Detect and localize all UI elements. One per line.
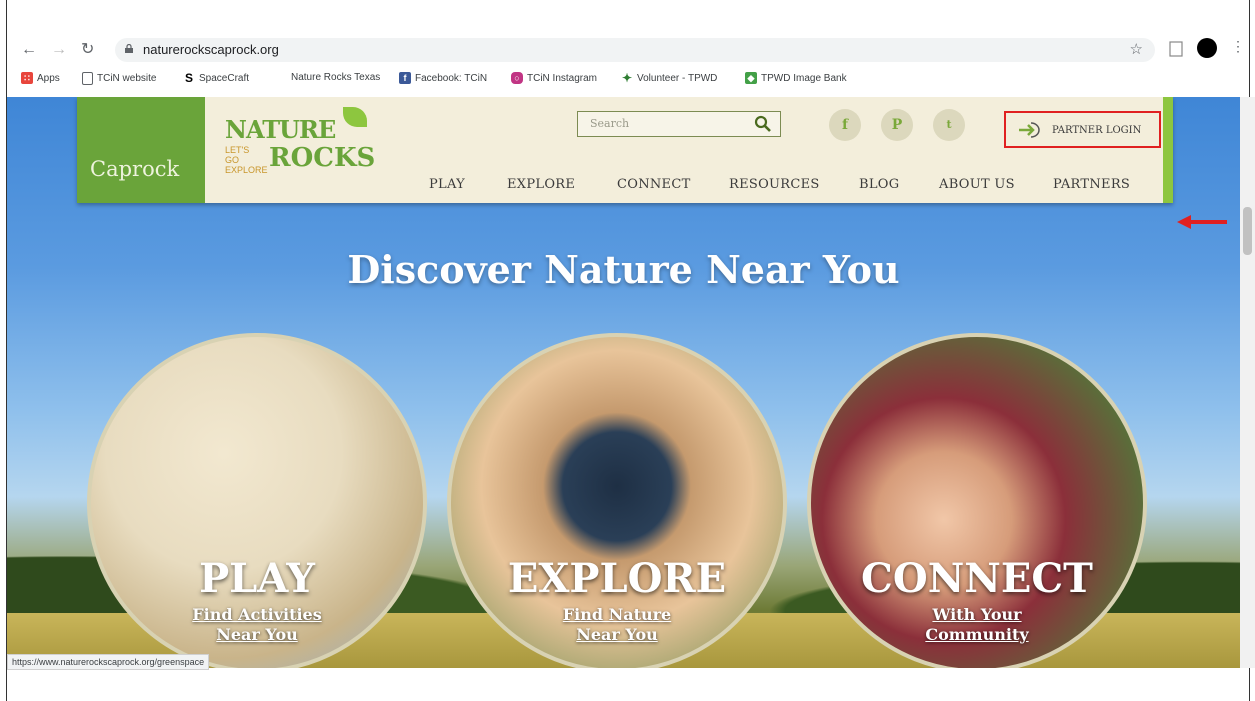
card-subtitle[interactable]: Find Activities Near You <box>91 605 423 645</box>
leaf-logo-icon <box>343 107 367 127</box>
apps-grid-icon: ∷ <box>21 72 33 84</box>
card-subtitle-line1: Find Activities <box>192 605 322 624</box>
menu-kebab-icon[interactable]: ⋮ <box>1231 38 1245 55</box>
nature-rocks-logo[interactable]: NATURE LET'S GO EXPLORE ROCKS <box>223 107 376 187</box>
instagram-icon: ○ <box>511 72 523 84</box>
logo-text-nature: NATURE <box>225 115 336 144</box>
bookmark-label: Nature Rocks Texas <box>291 72 381 83</box>
scrollbar-thumb[interactable] <box>1243 207 1252 255</box>
reload-icon[interactable]: ↻ <box>81 40 94 60</box>
partner-login-label: PARTNER LOGIN <box>1052 125 1142 136</box>
partner-login-button[interactable]: PARTNER LOGIN <box>1004 111 1161 148</box>
site-header: Caprock NATURE LET'S GO EXPLORE ROCKS Se… <box>77 97 1173 203</box>
bookmark-tcin-instagram[interactable]: ○ TCiN Instagram <box>511 72 597 84</box>
search-placeholder: Search <box>590 117 630 130</box>
bookmark-label: SpaceCraft <box>199 72 250 84</box>
card-title: EXPLORE <box>507 555 727 602</box>
region-badge[interactable]: Caprock <box>77 97 205 203</box>
forward-icon[interactable]: → <box>51 40 67 60</box>
bookmark-apps[interactable]: ∷ Apps <box>21 72 60 84</box>
profile-avatar[interactable] <box>1197 38 1217 58</box>
bookmark-label: TPWD Image Bank <box>761 72 847 84</box>
bookmark-nature-rocks-texas[interactable]: Nature Rocks Texas <box>291 72 380 83</box>
facebook-social-icon[interactable]: f <box>829 109 861 141</box>
reader-mode-icon[interactable] <box>1169 41 1183 57</box>
card-title: CONNECT <box>861 555 1093 602</box>
site-search-input[interactable]: Search <box>577 111 781 137</box>
s-logo-icon: S <box>183 71 195 85</box>
bookmark-tcin-website[interactable]: TCiN website <box>82 72 156 85</box>
bookmark-facebook-tcin[interactable]: f Facebook: TCiN <box>399 72 487 84</box>
logo-text-lets-go: LET'S GO EXPLORE <box>225 145 268 175</box>
search-icon[interactable] <box>754 115 772 133</box>
nav-about-us[interactable]: ABOUT US <box>939 177 1015 192</box>
bookmark-tpwd-image-bank[interactable]: ◆ TPWD Image Bank <box>745 72 847 84</box>
browser-toolbar: ← → ↻ naturerockscaprock.org ☆ ⋮ <box>7 34 1249 66</box>
back-icon[interactable]: ← <box>21 40 37 60</box>
bookmarks-bar: ∷ Apps TCiN website S SpaceCraft Nature … <box>7 66 1249 92</box>
card-subtitle-line2: Near You <box>216 625 298 644</box>
nav-resources[interactable]: RESOURCES <box>729 177 820 192</box>
bookmark-label: TCiN Instagram <box>527 72 598 84</box>
lock-icon <box>125 44 133 53</box>
page-icon <box>82 72 93 85</box>
hero-title: Discover Nature Near You <box>347 247 900 292</box>
tpwd-cube-icon: ◆ <box>745 72 757 84</box>
bookmark-star-icon[interactable]: ☆ <box>1130 40 1143 58</box>
nav-blog[interactable]: BLOG <box>859 177 899 192</box>
logo-text-rocks: ROCKS <box>269 143 376 173</box>
annotation-arrow-icon <box>1177 215 1227 229</box>
bookmark-spacecraft[interactable]: S SpaceCraft <box>183 72 249 84</box>
page-scrollbar[interactable] <box>1240 97 1255 668</box>
card-subtitle-line1: Find Nature <box>562 605 672 624</box>
bookmark-volunteer-tpwd[interactable]: ✦ Volunteer - TPWD <box>621 72 717 84</box>
status-bar-url: https://www.naturerockscaprock.org/green… <box>7 654 210 670</box>
page-viewport: Caprock NATURE LET'S GO EXPLORE ROCKS Se… <box>7 97 1240 668</box>
explore-card[interactable]: EXPLORE Find Nature Near You <box>447 333 787 668</box>
url-text: naturerockscaprock.org <box>143 42 279 57</box>
bookmark-label: Apps <box>37 72 60 84</box>
play-card[interactable]: PLAY Find Activities Near You <box>87 333 427 668</box>
nav-partners[interactable]: PARTNERS <box>1053 177 1130 192</box>
tpwd-leaf-icon: ✦ <box>621 71 633 85</box>
card-subtitle[interactable]: Find Nature Near You <box>451 605 783 645</box>
login-arrow-icon <box>1019 122 1040 138</box>
region-label: Caprock <box>90 157 180 181</box>
bookmark-label: TCiN website <box>97 73 157 84</box>
nav-play[interactable]: PLAY <box>429 177 465 192</box>
card-subtitle-line1: With Your <box>932 605 1022 624</box>
address-bar[interactable]: naturerockscaprock.org ☆ <box>115 38 1155 62</box>
card-subtitle[interactable]: With Your Community <box>811 605 1143 645</box>
twitter-social-icon[interactable]: t <box>933 109 965 141</box>
nav-connect[interactable]: CONNECT <box>617 177 691 192</box>
bookmark-label: Facebook: TCiN <box>415 72 488 84</box>
card-subtitle-line2: Community <box>925 625 1029 644</box>
header-accent-bar <box>1163 97 1173 203</box>
card-title: PLAY <box>199 555 315 602</box>
pinterest-social-icon[interactable]: P <box>881 109 913 141</box>
nav-explore[interactable]: EXPLORE <box>507 177 575 192</box>
facebook-icon: f <box>399 72 411 84</box>
card-subtitle-line2: Near You <box>576 625 658 644</box>
connect-card[interactable]: CONNECT With Your Community <box>807 333 1147 668</box>
bookmark-label: Volunteer - TPWD <box>637 72 718 84</box>
